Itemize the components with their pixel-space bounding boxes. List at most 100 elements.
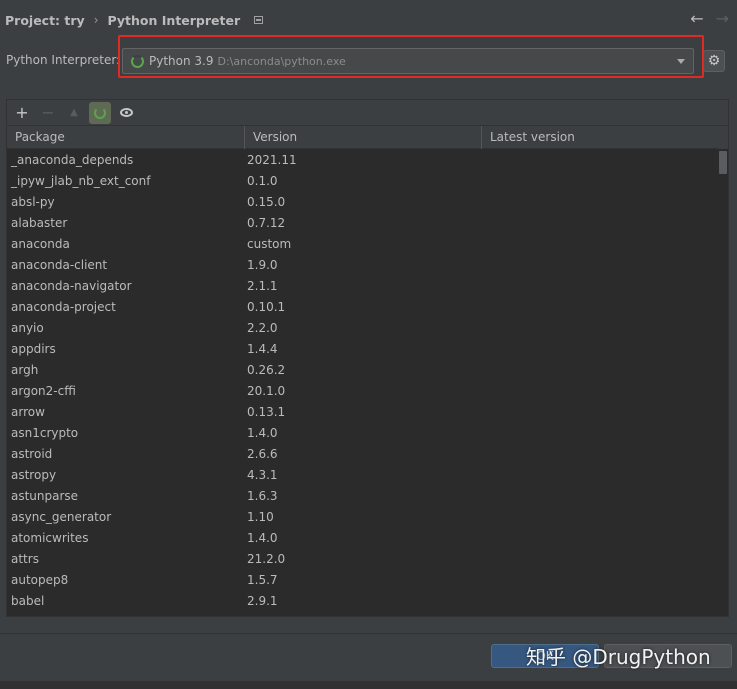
- arrow-right-icon: →: [715, 9, 729, 28]
- breadcrumb: Project: try › Python Interpreter: [5, 10, 264, 30]
- show-early-releases-button[interactable]: [115, 102, 137, 124]
- package-latest-version: [482, 318, 719, 339]
- package-latest-version: [482, 255, 719, 276]
- package-name: anyio: [11, 321, 44, 335]
- package-panel: + − ▲ Package Version Latest version _an…: [6, 99, 729, 617]
- package-name: arrow: [11, 405, 45, 419]
- breadcrumb-project: Project: try: [5, 12, 85, 28]
- table-row[interactable]: absl-py 0.15.0: [7, 192, 719, 213]
- table-row[interactable]: asn1crypto 1.4.0: [7, 423, 719, 444]
- table-row[interactable]: anaconda-navigator 2.1.1: [7, 276, 719, 297]
- remove-package-button: −: [41, 103, 55, 122]
- table-row[interactable]: anaconda-project 0.10.1: [7, 297, 719, 318]
- package-toolbar: + − ▲: [7, 100, 728, 126]
- table-row[interactable]: _ipyw_jlab_nb_ext_conf 0.1.0: [7, 171, 719, 192]
- table-row[interactable]: attrs 21.2.0: [7, 549, 719, 570]
- add-package-button[interactable]: +: [11, 102, 33, 124]
- interpreter-select[interactable]: Python 3.9 D:\anconda\python.exe: [122, 48, 694, 74]
- package-version: 1.10: [247, 510, 274, 524]
- package-name: argh: [11, 363, 39, 377]
- header-corner: [718, 126, 728, 149]
- table-row[interactable]: babel 2.9.1: [7, 591, 719, 612]
- table-row[interactable]: argh 0.26.2: [7, 360, 719, 381]
- table-row[interactable]: alabaster 0.7.12: [7, 213, 719, 234]
- package-version: 2.9.1: [247, 594, 278, 608]
- table-row[interactable]: argon2-cffi 20.1.0: [7, 381, 719, 402]
- package-latest-version: [482, 444, 719, 465]
- package-latest-version: [482, 150, 719, 171]
- package-version: 0.1.0: [247, 174, 278, 188]
- bottom-strip: [0, 681, 737, 689]
- table-row[interactable]: _anaconda_depends 2021.11: [7, 150, 719, 171]
- python-loading-icon: [131, 54, 144, 68]
- package-latest-version: [482, 360, 719, 381]
- table-row[interactable]: anyio 2.2.0: [7, 318, 719, 339]
- package-latest-version: [482, 549, 719, 570]
- package-version: 1.5.7: [247, 573, 278, 587]
- package-version: 2.6.6: [247, 447, 278, 461]
- footer-divider: [0, 633, 737, 634]
- arrow-left-icon[interactable]: ←: [690, 9, 703, 28]
- package-table-body: _anaconda_depends 2021.11 _ipyw_jlab_nb_ex…: [7, 150, 719, 612]
- package-name: anaconda-navigator: [11, 279, 132, 293]
- package-name: argon2-cffi: [11, 384, 76, 398]
- package-name: anaconda-project: [11, 300, 116, 314]
- package-version: 2.1.1: [247, 279, 278, 293]
- table-row[interactable]: arrow 0.13.1: [7, 402, 719, 423]
- package-version: 0.26.2: [247, 363, 286, 377]
- table-row[interactable]: appdirs 1.4.4: [7, 339, 719, 360]
- package-latest-version: [482, 423, 719, 444]
- table-row[interactable]: astropy 4.3.1: [7, 465, 719, 486]
- package-version: 0.13.1: [247, 405, 286, 419]
- package-version: 2.2.0: [247, 321, 278, 335]
- package-latest-version: [482, 381, 719, 402]
- use-conda-button[interactable]: [89, 101, 111, 124]
- scrollbar-thumb[interactable]: [719, 151, 727, 174]
- interpreter-version: Python 3.9: [149, 54, 214, 68]
- package-name: anaconda: [11, 237, 70, 251]
- upgrade-package-button: ▲: [70, 107, 78, 118]
- package-version: custom: [247, 237, 292, 251]
- breadcrumb-separator: ›: [93, 13, 99, 27]
- eye-icon: [119, 108, 133, 117]
- package-latest-version: [482, 213, 719, 234]
- table-row[interactable]: anaconda custom: [7, 234, 719, 255]
- package-latest-version: [482, 591, 719, 612]
- package-name: async_generator: [11, 510, 112, 524]
- package-name: atomicwrites: [11, 531, 89, 545]
- gear-icon[interactable]: ⚙: [703, 50, 725, 72]
- package-name: attrs: [11, 552, 39, 566]
- package-latest-version: [482, 465, 719, 486]
- watermark: 知乎 @DrugPython: [526, 645, 711, 669]
- package-latest-version: [482, 507, 719, 528]
- package-version: 0.15.0: [247, 195, 286, 209]
- package-latest-version: [482, 486, 719, 507]
- table-row[interactable]: autopep8 1.5.7: [7, 570, 719, 591]
- table-row[interactable]: async_generator 1.10: [7, 507, 719, 528]
- column-header-latest-version[interactable]: Latest version: [482, 126, 719, 149]
- package-latest-version: [482, 570, 719, 591]
- package-latest-version: [482, 171, 719, 192]
- package-name: alabaster: [11, 216, 68, 230]
- column-header-version[interactable]: Version: [245, 126, 482, 149]
- package-version: 20.1.0: [247, 384, 286, 398]
- package-latest-version: [482, 192, 719, 213]
- pin-icon[interactable]: [254, 16, 264, 24]
- table-row[interactable]: astunparse 1.6.3: [7, 486, 719, 507]
- table-row[interactable]: atomicwrites 1.4.0: [7, 528, 719, 549]
- column-header-package[interactable]: Package: [7, 126, 245, 149]
- interpreter-path: D:\anconda\python.exe: [217, 54, 346, 68]
- package-latest-version: [482, 402, 719, 423]
- package-latest-version: [482, 528, 719, 549]
- conda-icon: [94, 106, 106, 119]
- package-name: astunparse: [11, 489, 79, 503]
- package-version: 1.4.4: [247, 342, 278, 356]
- package-version: 21.2.0: [247, 552, 286, 566]
- package-version: 1.6.3: [247, 489, 278, 503]
- table-row[interactable]: astroid 2.6.6: [7, 444, 719, 465]
- package-name: _ipyw_jlab_nb_ext_conf: [11, 174, 151, 188]
- table-row[interactable]: anaconda-client 1.9.0: [7, 255, 719, 276]
- vertical-scrollbar[interactable]: [718, 150, 728, 616]
- package-version: 0.10.1: [247, 300, 286, 314]
- chevron-down-icon[interactable]: [677, 59, 685, 64]
